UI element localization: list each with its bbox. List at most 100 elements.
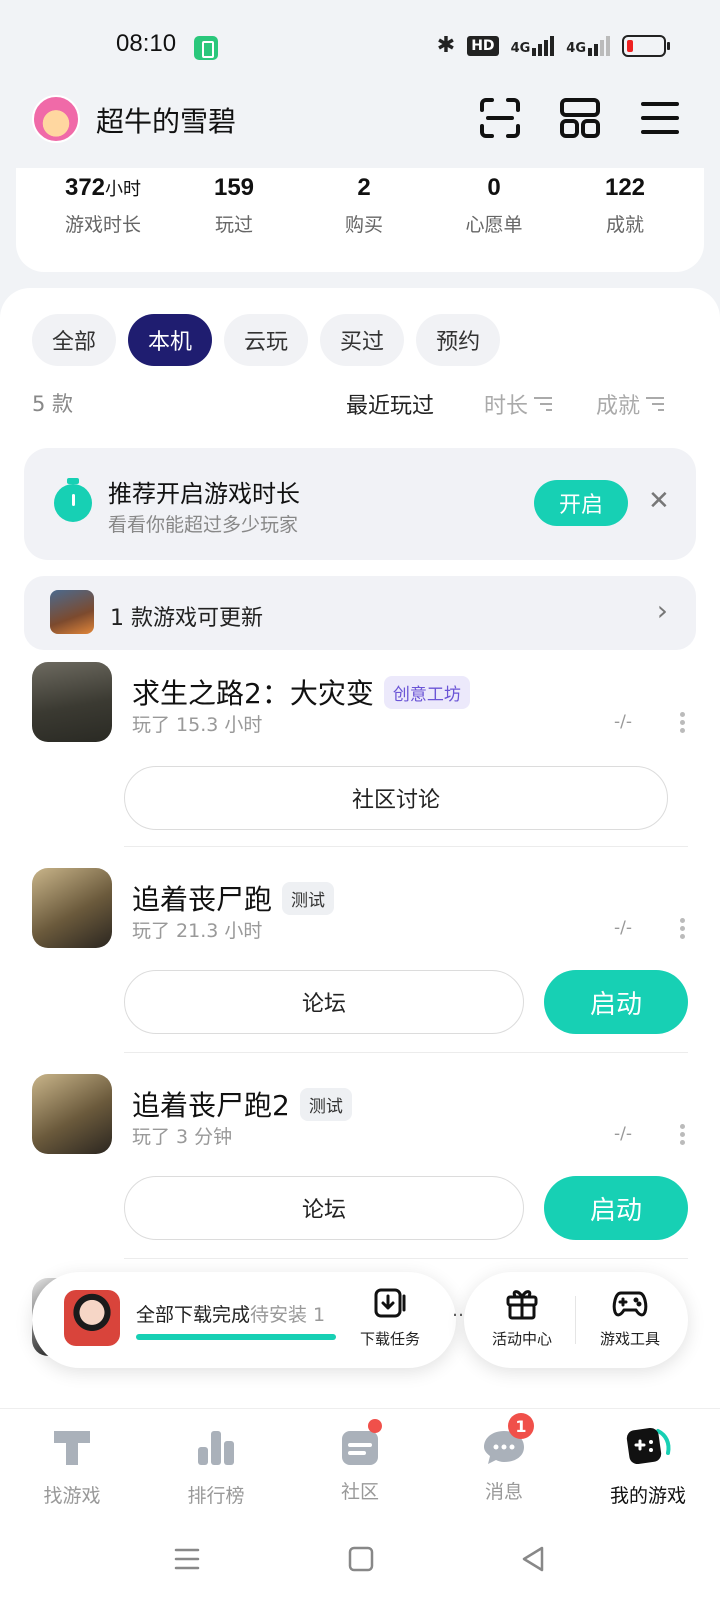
sort-row: 5 款 最近玩过 时长 成就 [32,388,688,424]
stat-label: 购买 [344,214,383,236]
hd-icon: HD [467,35,499,56]
stat-label: 成就 [605,214,644,236]
stat-value: 372小时 [38,174,168,202]
nav-label: 找游戏 [43,1485,101,1507]
stat-label: 游戏时长 [64,214,141,236]
header: 超牛的雪碧 [0,88,720,168]
status-time: 08:10 [116,30,177,57]
nav-my-games[interactable]: 我的游戏 [576,1425,720,1508]
stat-unit: 小时 [105,179,142,199]
nav-label: 排行榜 [187,1485,245,1507]
community-discussion-button[interactable]: 社区讨论 [124,766,668,830]
nav-label: 社区 [340,1481,379,1503]
update-available-bar[interactable]: 1 款游戏可更新 › [24,576,696,650]
gift-icon [506,1290,538,1320]
download-task-icon [374,1288,406,1318]
battery-icon [622,34,670,57]
game-title-row[interactable]: 追着丧尸跑 测试 [132,878,335,918]
ranking-icon [198,1431,234,1465]
stat-wishlist[interactable]: 0 心愿单 [429,174,559,237]
game-thumbnail [50,590,94,634]
tab-reserved[interactable]: 预约 [416,314,501,366]
stat-played[interactable]: 159 玩过 [169,174,299,237]
tab-local[interactable]: 本机 [128,314,213,366]
menu-icon[interactable] [638,96,682,140]
game-icon[interactable] [32,868,112,948]
activity-center-button[interactable]: 活动中心 [474,1286,570,1349]
sort-duration-label: 时长 [484,394,529,419]
download-complete-text: 全部下载完成 [136,1304,251,1326]
sort-achievements-label: 成就 [596,394,641,419]
game-playtime: 玩了 15.3 小时 [132,714,263,736]
stat-value: 0 [487,174,501,201]
nav-messages[interactable]: 1 消息 [432,1413,576,1504]
games-sheet: 全部 本机 云玩 买过 预约 5 款 最近玩过 时长 成就 推荐开启游戏时长 看… [0,288,720,1408]
launch-button[interactable]: 启动 [544,1176,688,1240]
stat-achievements[interactable]: 122 成就 [560,174,690,237]
game-icon[interactable] [32,662,112,742]
stats-card: 372小时 游戏时长 159 玩过 2 购买 0 心愿单 122 成就 [16,168,704,272]
download-status: 全部下载完成待安装 1 [136,1300,325,1327]
apps-grid-icon[interactable] [558,96,602,140]
divider [124,846,688,847]
download-progress-fill [136,1334,336,1340]
download-status-bar[interactable]: 全部下载完成待安装 1 下载任务 [32,1272,456,1368]
recent-apps-icon[interactable] [172,1544,202,1574]
bluetooth-icon: ✱ [436,33,456,58]
avatar[interactable] [32,95,80,143]
system-nav [0,1520,720,1600]
stat-playtime[interactable]: 372小时 游戏时长 [38,174,168,237]
divider [124,1258,688,1259]
game-title: 求生之路2：大灾变 [132,677,374,710]
nav-label: 消息 [484,1481,523,1503]
sort-achievements[interactable]: 成就 [596,388,665,420]
enable-button[interactable]: 开启 [534,480,628,526]
download-progress-bar [136,1334,336,1340]
stat-label: 心愿单 [465,214,523,236]
home-icon[interactable] [346,1544,376,1574]
download-task-button[interactable]: 下载任务 [350,1286,430,1349]
nav-find-game[interactable]: 找游戏 [0,1425,144,1508]
chevron-right-icon: › [656,594,668,627]
network-type-1: 4G [510,40,531,56]
filter-tabs: 全部 本机 云玩 买过 预约 [32,314,501,366]
status-icons: ✱ HD 4G 4G [436,33,670,58]
game-rating: -/- [614,712,632,732]
workshop-badge: 创意工坊 [383,675,470,709]
stat-purchased[interactable]: 2 购买 [299,174,429,237]
game-tools-button[interactable]: 游戏工具 [582,1286,678,1349]
find-game-icon [54,1431,90,1465]
nav-community[interactable]: 社区 [288,1419,432,1504]
bottom-nav: 找游戏 排行榜 社区 1 消息 我的游戏 [0,1408,720,1520]
gamepad-icon [612,1291,648,1317]
tab-cloud[interactable]: 云玩 [224,314,309,366]
update-text: 1 款游戏可更新 [110,606,263,631]
game-icon[interactable] [32,1074,112,1154]
game-rating: -/- [614,1124,632,1144]
game-title-row[interactable]: 追着丧尸跑2 测试 [132,1084,352,1124]
stat-value: 159 [213,174,255,201]
game-count: 5 款 [32,392,74,416]
back-icon[interactable] [518,1544,548,1574]
tools-bar: 活动中心 游戏工具 [464,1272,688,1368]
scan-icon[interactable] [478,96,522,140]
status-bar: 08:10 ✱ HD 4G 4G [0,0,720,96]
game-title-row[interactable]: 求生之路2：大灾变 创意工坊 [132,672,470,712]
signal-icon-2: 4G [566,35,610,56]
forum-button[interactable]: 论坛 [124,970,524,1034]
more-options-icon[interactable] [680,1124,686,1145]
more-options-icon[interactable] [680,918,686,939]
forum-button[interactable]: 论坛 [124,1176,524,1240]
tab-purchased[interactable]: 买过 [320,314,405,366]
launch-button[interactable]: 启动 [544,970,688,1034]
nav-ranking[interactable]: 排行榜 [144,1425,288,1508]
notification-dot [368,1419,382,1433]
test-badge: 测试 [282,881,335,915]
community-icon-wrap [336,1419,384,1469]
tab-all[interactable]: 全部 [32,314,117,366]
more-options-icon[interactable] [680,712,686,733]
sort-recent[interactable]: 最近玩过 [346,388,434,420]
close-icon[interactable]: ✕ [648,486,670,516]
sort-duration[interactable]: 时长 [484,388,553,420]
user-name[interactable]: 超牛的雪碧 [96,100,236,140]
